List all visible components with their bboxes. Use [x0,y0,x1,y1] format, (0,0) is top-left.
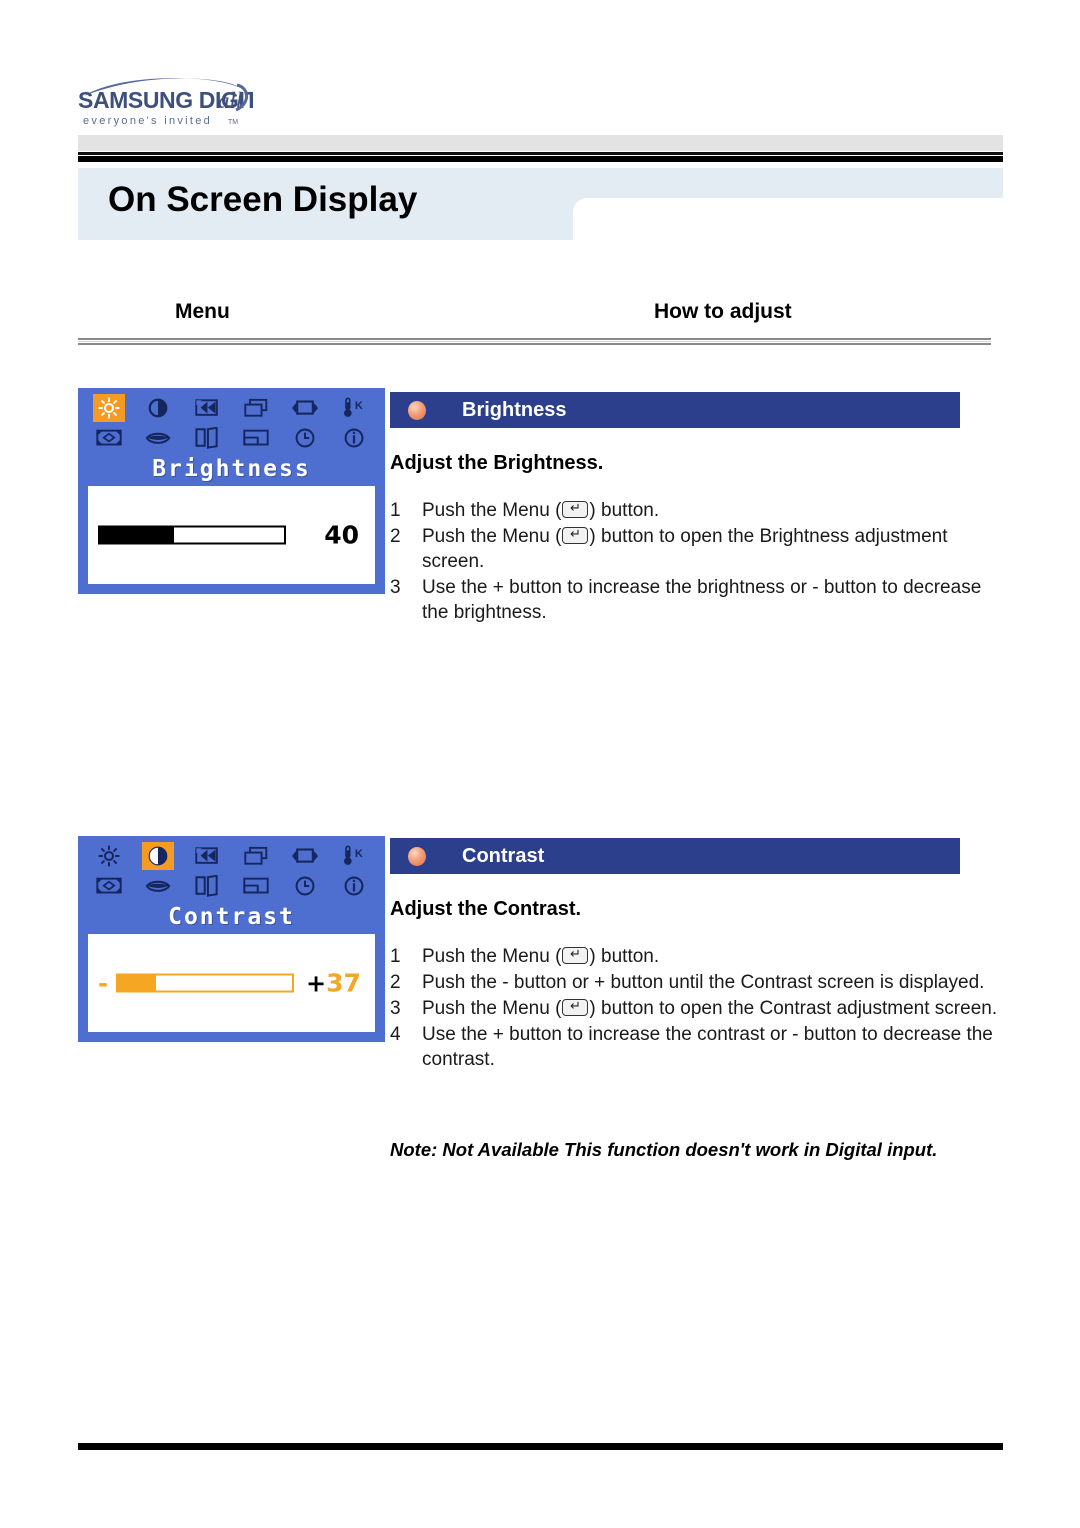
contrast-plus-label[interactable]: + [306,971,326,995]
image-lock-icon[interactable] [191,394,223,422]
osd-panel-brightness: 40 [88,486,375,584]
section-subtitle-contrast: Adjust the Contrast. [390,898,582,920]
svg-text:TM: TM [228,119,238,126]
bullet-icon [408,846,426,866]
page-title: On Screen Display [108,180,418,219]
bullet-icon [408,400,426,420]
step-number: 4 [390,1024,401,1045]
step-number: 2 [390,526,401,547]
list-item: 1 Push the Menu () button. [390,498,1010,523]
osd-label-brightness: Brightness [152,456,311,482]
osd-time-icon[interactable] [289,424,321,452]
header-rule-thick [78,155,1003,163]
step-text: Push the - button or + button until the … [422,972,985,993]
color-temp-icon[interactable]: K [338,394,370,422]
position-icon[interactable] [240,842,272,870]
contrast-slider[interactable] [115,973,294,993]
list-item: 2 Push the Menu () button to open the Br… [390,524,1010,574]
osd-position-icon[interactable] [240,424,272,452]
svg-text:everyone's invited: everyone's invited [83,115,212,127]
contrast-icon[interactable] [142,394,174,422]
list-item: 3 Push the Menu () button to open the Co… [390,996,1010,1021]
step-text: Use the + button to increase the brightn… [422,577,982,623]
image-size-icon[interactable] [289,394,321,422]
brightness-icon[interactable] [93,842,125,870]
step-text: Use the + button to increase the contras… [422,1024,993,1070]
column-header-menu: Menu [175,300,230,323]
geometry-icon[interactable] [93,424,125,452]
section-subtitle-brightness: Adjust the Brightness. [390,452,604,474]
section-title-brightness: Brightness [462,398,567,421]
contrast-icon[interactable] [141,842,174,870]
list-item: 4 Use the + button to increase the contr… [390,1022,1010,1072]
footer-rule [78,1443,1003,1450]
step-text: Push the Menu () button to open the Brig… [422,524,1010,574]
column-header-how-to-adjust: How to adjust [654,300,792,323]
position-icon[interactable] [240,394,272,422]
image-size-icon[interactable] [289,842,321,870]
list-item: 2 Push the - button or + button until th… [390,970,1010,995]
language-icon[interactable] [142,872,174,900]
column-header-divider [78,338,991,346]
step-number: 1 [390,946,401,967]
header-gray-band [78,135,1003,151]
information-icon[interactable] [338,424,370,452]
osd-preview-brightness: K Brightness 40 [78,388,385,594]
osd-position-icon[interactable] [240,872,272,900]
list-item: 3 Use the + button to increase the brigh… [390,575,1010,625]
step-number: 2 [390,972,401,993]
brightness-icon[interactable] [92,394,125,422]
information-icon[interactable] [338,872,370,900]
step-text: Push the Menu () button. [422,944,1010,969]
language-icon[interactable] [142,424,174,452]
pip-icon[interactable] [191,424,223,452]
color-temp-icon[interactable]: K [338,842,370,870]
menu-enter-key-icon [562,945,589,964]
osd-preview-contrast: K Contrast - + 37 [78,836,385,1042]
brightness-value: 40 [324,520,359,550]
osd-icon-grid: K [78,388,385,453]
samsung-logo: SAMSUNG DIGIT all everyone's invited TM [78,72,253,130]
osd-panel-contrast: - + 37 [88,934,375,1032]
image-lock-icon[interactable] [191,842,223,870]
brightness-slider[interactable] [98,525,286,545]
svg-text:K: K [355,400,363,412]
steps-brightness: 1 Push the Menu () button. 2 Push the Me… [390,498,1010,626]
contrast-slider-fill [117,975,157,991]
step-number: 1 [390,500,401,521]
svg-text:K: K [355,848,363,860]
menu-enter-key-icon [562,499,589,518]
step-text: Push the Menu () button to open the Cont… [422,996,1010,1021]
title-banner-notch [573,198,1003,243]
geometry-icon[interactable] [93,872,125,900]
menu-enter-key-icon [562,525,589,544]
section-header-brightness: Brightness [390,392,960,428]
osd-label-contrast: Contrast [168,904,295,930]
step-number: 3 [390,577,401,598]
note-text: Note: Not Available This function doesn'… [390,1139,938,1160]
step-text: Push the Menu () button. [422,498,1010,523]
contrast-value: 37 [326,968,361,998]
step-number: 3 [390,998,401,1019]
steps-contrast: 1 Push the Menu () button. 2 Push the - … [390,944,1010,1073]
menu-enter-key-icon [562,997,589,1016]
contrast-minus-label[interactable]: - [98,971,108,995]
list-item: 1 Push the Menu () button. [390,944,1010,969]
pip-icon[interactable] [191,872,223,900]
brightness-slider-fill [100,527,174,543]
osd-icon-grid: K [78,836,385,901]
section-title-contrast: Contrast [462,844,545,867]
section-header-contrast: Contrast [390,838,960,874]
osd-time-icon[interactable] [289,872,321,900]
